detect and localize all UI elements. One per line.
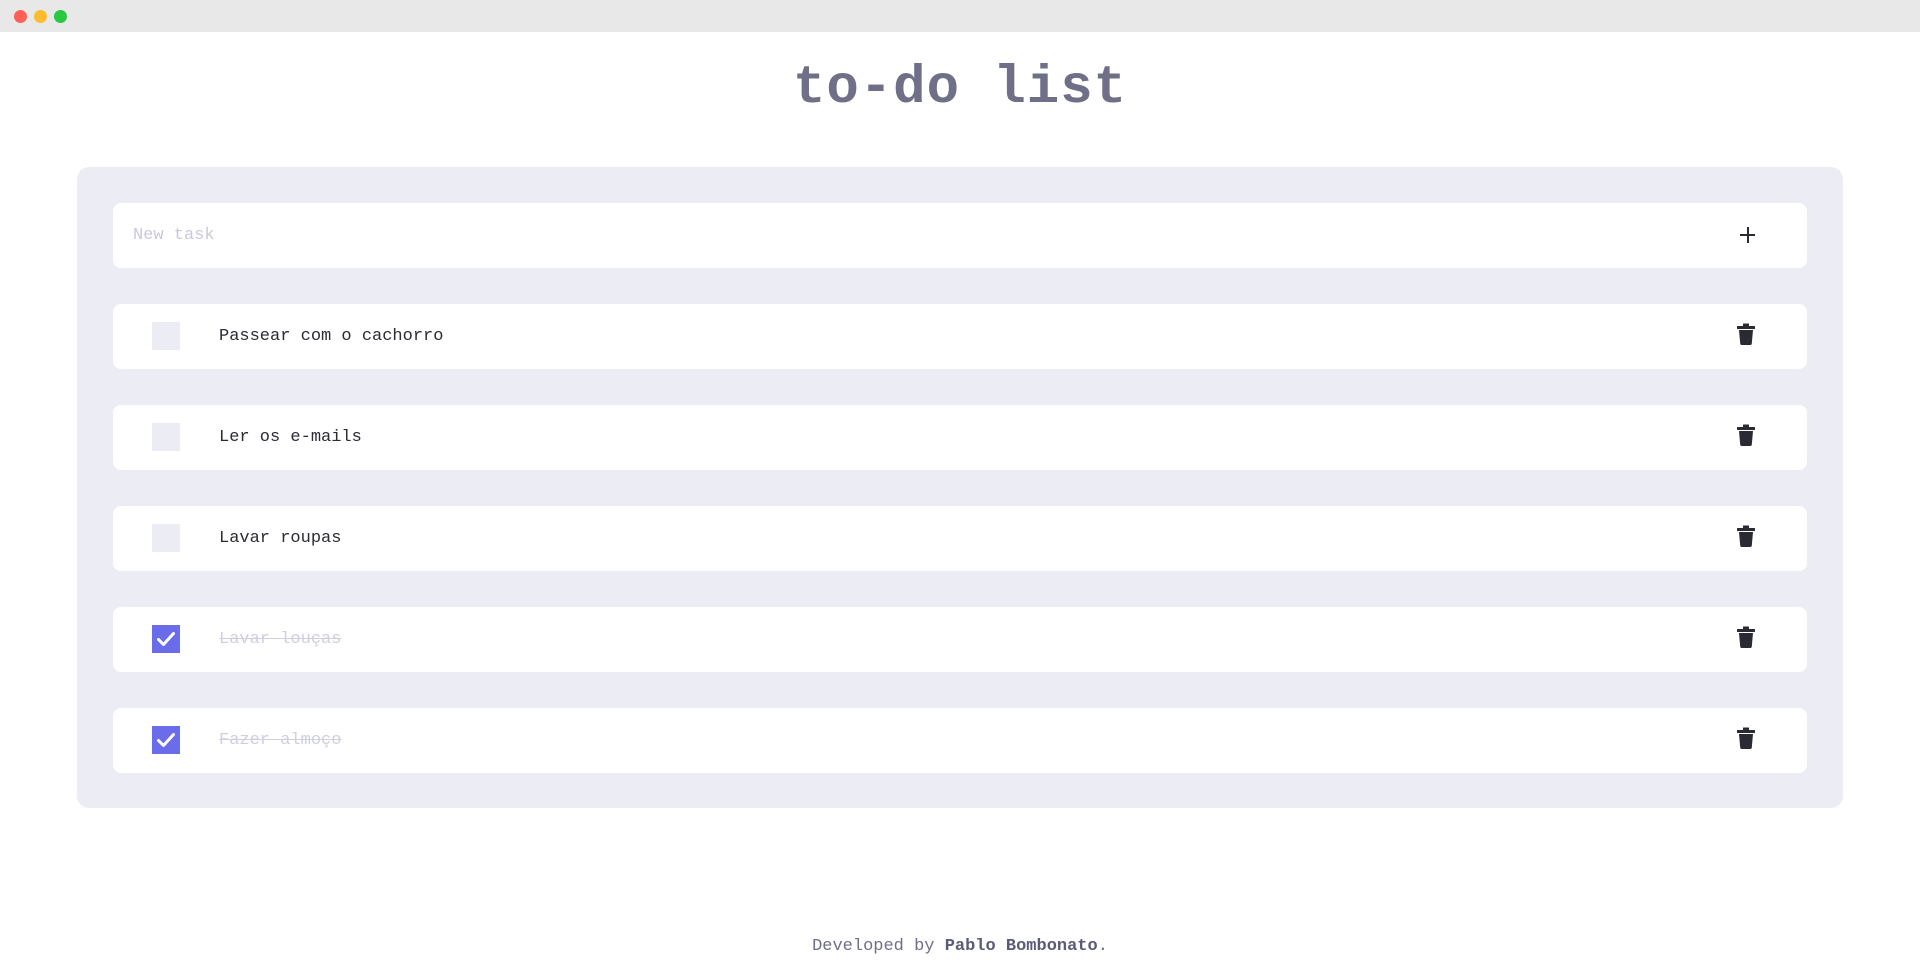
trash-icon[interactable] [1737,424,1755,446]
task-label: Lavar roupas [219,529,342,548]
plus-icon[interactable] [1733,221,1761,249]
task-label: Passear com o cachorro [219,327,444,346]
task-label: Fazer almoço [219,731,342,750]
task-list: Passear com o cachorro Ler os e-mails La… [113,304,1807,809]
page-title: to-do list [792,58,1128,119]
footer-prefix: Developed by [812,937,945,956]
task-label: Ler os e-mails [219,428,362,447]
task-item: Lavar roupas [113,506,1807,571]
footer-suffix: . [1097,937,1108,956]
trash-icon[interactable] [1737,525,1755,547]
todo-panel: Passear com o cachorro Ler os e-mails La… [77,167,1843,808]
trash-icon[interactable] [1737,727,1755,749]
task-item: Lavar louças [113,607,1807,672]
window-titlebar [0,0,1920,32]
minimize-window-button[interactable] [34,10,47,23]
check-icon [157,733,175,747]
check-icon [157,632,175,646]
close-window-button[interactable] [14,10,27,23]
task-item: Fazer almoço [113,708,1807,773]
new-task-input[interactable] [133,203,1683,268]
footer: Developed by Pablo Bombonato. [0,937,1920,956]
task-item: Passear com o cachorro [113,304,1807,369]
task-label: Lavar louças [219,630,342,649]
footer-author: Pablo Bombonato [944,937,1098,956]
task-checkbox[interactable] [152,322,180,350]
task-item: Ler os e-mails [113,405,1807,470]
new-task-bar [113,203,1807,268]
trash-icon[interactable] [1737,626,1755,648]
task-checkbox[interactable] [152,726,180,754]
trash-icon[interactable] [1737,323,1755,345]
task-checkbox[interactable] [152,524,180,552]
task-checkbox[interactable] [152,625,180,653]
task-checkbox[interactable] [152,423,180,451]
maximize-window-button[interactable] [54,10,67,23]
